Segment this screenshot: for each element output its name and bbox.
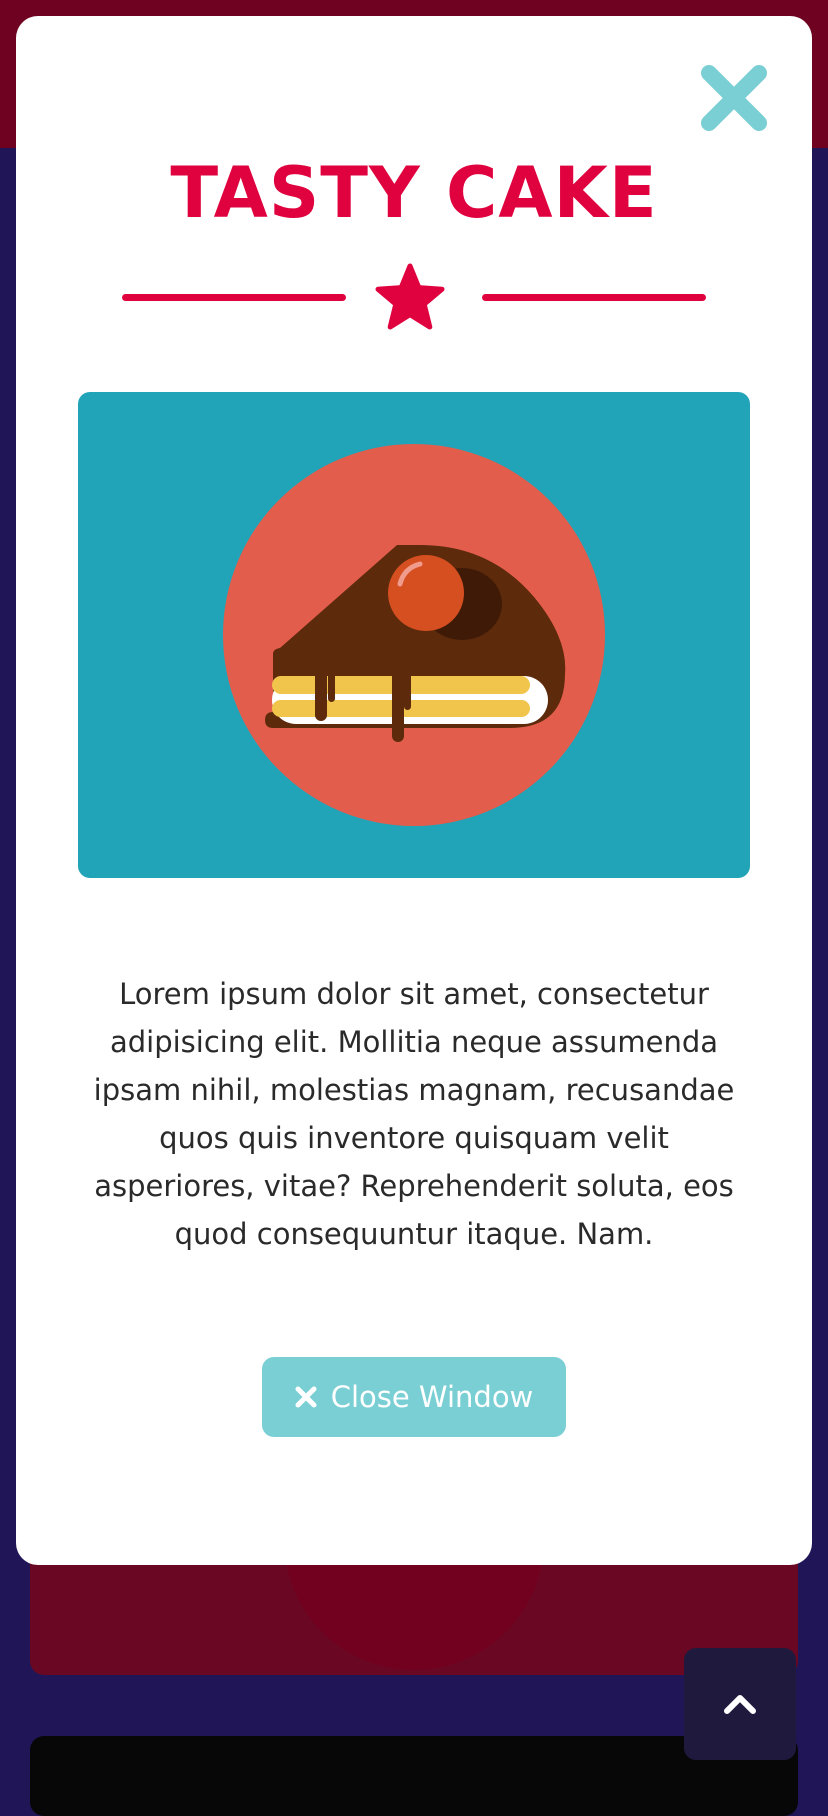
cake-slice-illustration [223,444,605,826]
chevron-up-icon [724,1695,756,1714]
divider-line-left [122,294,346,301]
star-icon [375,263,445,330]
modal-description: Lorem ipsum dolor sit amet, consectetur … [93,977,735,1251]
close-icon [701,65,767,131]
times-icon [295,1386,317,1408]
product-modal: TASTY CAKE Lorem ipsum dolor sit amet, c… [16,16,812,1565]
cake-image [78,392,750,878]
divider-line-right [482,294,706,301]
background-footer-card [30,1736,798,1816]
close-window-label: Close Window [330,1380,534,1414]
close-modal-button[interactable] [696,60,772,136]
scroll-to-top-button[interactable] [684,1648,796,1760]
close-window-button[interactable]: Close Window [262,1357,566,1437]
modal-title: TASTY CAKE [170,152,658,234]
